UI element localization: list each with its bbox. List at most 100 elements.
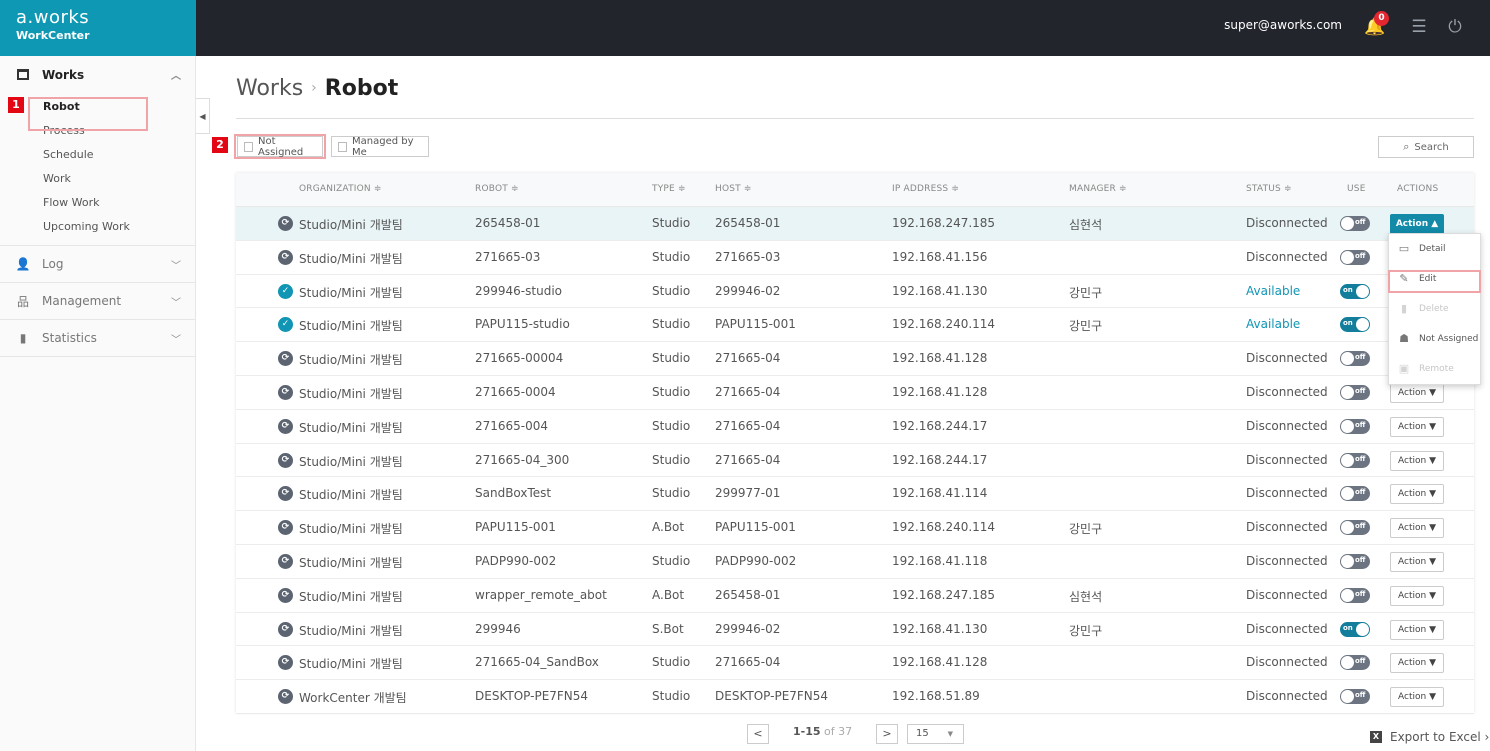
table-row[interactable]: ⟳ Studio/Mini 개발팀 PAPU115-001 A.Bot PAPU115-… <box>236 511 1474 545</box>
cell-type: Studio <box>652 418 691 433</box>
menu-item-delete[interactable]: ▮ Delete <box>1389 294 1480 324</box>
action-menu: ▭ Detail ✎ Edit ▮ Delete ☗ Not Assigned ▣ Rem… <box>1388 233 1481 385</box>
chevron-down-icon[interactable]: ﹀ <box>171 331 181 346</box>
sidebar-section-statistics[interactable]: ▮ Statistics ﹀ <box>0 320 195 357</box>
use-toggle[interactable]: off <box>1340 418 1370 434</box>
toggle-label: off <box>1355 589 1366 598</box>
sidebar-item-schedule[interactable]: Schedule <box>0 143 195 167</box>
action-button[interactable]: Action ▼ <box>1390 619 1444 640</box>
header-robot[interactable]: ROBOT ≑ <box>475 184 519 194</box>
table-row[interactable]: ⟳ Studio/Mini 개발팀 271665-004 Studio 271665-0… <box>236 410 1474 444</box>
use-toggle[interactable]: on <box>1340 621 1370 637</box>
table-row[interactable]: ⟳ WorkCenter 개발팀 DESKTOP-PE7FN54 Studio DESK… <box>236 680 1474 714</box>
search-button[interactable]: ⌕ Search <box>1378 136 1474 158</box>
use-toggle[interactable]: off <box>1340 216 1370 231</box>
use-toggle[interactable]: off <box>1340 384 1370 400</box>
sidebar-collapse-toggle[interactable]: ◀ <box>196 98 210 134</box>
prev-page-button[interactable]: < <box>747 724 769 744</box>
action-button[interactable]: Action ▲ <box>1390 214 1444 234</box>
header-host[interactable]: HOST ≑ <box>715 184 752 194</box>
cell-organization: Studio/Mini 개발팀 <box>299 420 403 435</box>
cell-organization: Studio/Mini 개발팀 <box>299 623 403 638</box>
table-row[interactable]: ⟳ Studio/Mini 개발팀 299946 S.Bot 299946-02 192.… <box>236 613 1474 647</box>
table-row[interactable]: ⟳ Studio/Mini 개발팀 271665-0004 Studio 271665-… <box>236 376 1474 410</box>
use-toggle[interactable]: off <box>1340 452 1370 468</box>
user-email[interactable]: super@aworks.com <box>1224 18 1342 32</box>
action-button[interactable]: Action ▼ <box>1390 484 1444 505</box>
sidebar-section-log[interactable]: 👤 Log ﹀ <box>0 246 195 283</box>
sidebar-item-upcoming-work[interactable]: Upcoming Work <box>0 215 195 239</box>
chevron-up-icon[interactable]: ︿ <box>171 67 181 82</box>
header-status[interactable]: STATUS ≑ <box>1246 184 1292 194</box>
breadcrumb-parent[interactable]: Works <box>236 76 303 101</box>
header-type[interactable]: TYPE ≑ <box>652 184 686 194</box>
table-row[interactable]: ⟳ Studio/Mini 개발팀 SandBoxTest Studio 299977-… <box>236 477 1474 512</box>
table-row[interactable]: ⟳ Studio/Mini 개발팀 wrapper_remote_abot A.Bot… <box>236 579 1474 613</box>
list-icon[interactable]: ☰ <box>1406 14 1432 40</box>
action-button[interactable]: Action ▼ <box>1390 416 1444 437</box>
action-button[interactable]: Action ▼ <box>1390 450 1444 471</box>
cell-status: Disconnected <box>1246 216 1328 230</box>
chevron-down-icon[interactable]: ﹀ <box>171 257 181 272</box>
header-manager[interactable]: MANAGER ≑ <box>1069 184 1127 194</box>
action-button[interactable]: Action ▼ <box>1390 551 1444 572</box>
export-excel-link[interactable]: X Export to Excel › <box>1370 730 1489 744</box>
use-toggle[interactable]: on <box>1340 283 1370 299</box>
action-button[interactable]: Action ▼ <box>1390 585 1444 606</box>
use-toggle[interactable]: off <box>1340 689 1370 705</box>
table-row[interactable]: ✓ Studio/Mini 개발팀 PAPU115-studio Studio PAPU… <box>236 308 1474 343</box>
menu-item-label: Delete <box>1419 304 1449 314</box>
action-button[interactable]: Action ▼ <box>1390 653 1444 674</box>
power-icon[interactable]: ⏻ <box>1442 14 1468 40</box>
table-row[interactable]: ⟳ Studio/Mini 개발팀 271665-04_SandBox Studio 2… <box>236 646 1474 681</box>
cell-type: A.Bot <box>652 587 685 602</box>
cell-robot: 265458-01 <box>475 216 541 230</box>
menu-item-not-assigned[interactable]: ☗ Not Assigned <box>1389 324 1480 354</box>
header-organization[interactable]: ORGANIZATION ≑ <box>299 184 382 194</box>
sidebar-section-management[interactable]: 品 Management ﹀ <box>0 283 195 320</box>
search-icon: ⌕ <box>1403 140 1410 153</box>
header-ip-address[interactable]: IP ADDRESS ≑ <box>892 184 959 194</box>
checkbox-icon[interactable] <box>338 141 348 152</box>
cell-ip-address: 192.168.244.17 <box>892 418 988 433</box>
brand[interactable]: a.works WorkCenter <box>0 0 196 56</box>
cell-organization: Studio/Mini 개발팀 <box>299 488 403 503</box>
disconnected-status-icon: ⟳ <box>278 452 293 468</box>
menu-item-detail[interactable]: ▭ Detail <box>1389 234 1480 264</box>
bell-icon[interactable]: 🔔 0 <box>1362 11 1389 40</box>
table-row[interactable]: ⟳ Studio/Mini 개발팀 271665-03 Studio 271665-03… <box>236 241 1474 275</box>
not-assigned-filter[interactable]: Not Assigned <box>237 136 323 158</box>
action-button[interactable]: Action ▼ <box>1390 518 1444 539</box>
use-toggle[interactable]: off <box>1340 486 1370 502</box>
managed-by-me-filter[interactable]: Managed by Me <box>331 136 429 158</box>
next-page-button[interactable]: > <box>876 724 898 744</box>
page-size-select[interactable]: 15 ▼ <box>907 724 964 744</box>
use-toggle[interactable]: off <box>1340 351 1370 367</box>
menu-item-remote[interactable]: ▣ Remote <box>1389 354 1480 384</box>
disconnected-status-icon: ⟳ <box>278 553 293 569</box>
page-title: Works › Robot <box>236 76 398 101</box>
checkbox-icon[interactable] <box>244 141 254 152</box>
cell-status: Disconnected <box>1246 384 1328 399</box>
table-row[interactable]: ✓ Studio/Mini 개발팀 299946-studio Studio 29994… <box>236 275 1474 309</box>
use-toggle[interactable]: off <box>1340 655 1370 671</box>
table-row[interactable]: ⟳ Studio/Mini 개발팀 271665-00004 Studio 271665… <box>236 342 1474 376</box>
table-row[interactable]: ⟳ Studio/Mini 개발팀 PADP990-002 Studio PADP990… <box>236 545 1474 579</box>
use-toggle[interactable]: off <box>1340 587 1370 603</box>
cell-status: Disconnected <box>1246 351 1328 366</box>
toggle-label: on <box>1343 623 1353 632</box>
use-toggle[interactable]: off <box>1340 520 1370 536</box>
cell-ip-address: 192.168.247.185 <box>892 587 996 602</box>
menu-item-label: Detail <box>1419 244 1446 254</box>
chevron-down-icon[interactable]: ﹀ <box>171 294 181 309</box>
sidebar-section-works[interactable]: Works ︿ <box>0 56 195 93</box>
table-row[interactable]: ⟳ Studio/Mini 개발팀 271665-04_300 Studio 27166… <box>236 444 1474 478</box>
table-row[interactable]: ⟳ Studio/Mini 개발팀 265458-01 Studio 265458-01… <box>236 207 1474 241</box>
use-toggle[interactable]: on <box>1340 317 1370 333</box>
use-toggle[interactable]: off <box>1340 249 1370 265</box>
sidebar-item-flow-work[interactable]: Flow Work <box>0 191 195 215</box>
action-button[interactable]: Action ▼ <box>1390 687 1444 708</box>
sidebar-item-work[interactable]: Work <box>0 167 195 191</box>
use-toggle[interactable]: off <box>1340 553 1370 569</box>
action-button[interactable]: Action ▼ <box>1390 382 1444 403</box>
